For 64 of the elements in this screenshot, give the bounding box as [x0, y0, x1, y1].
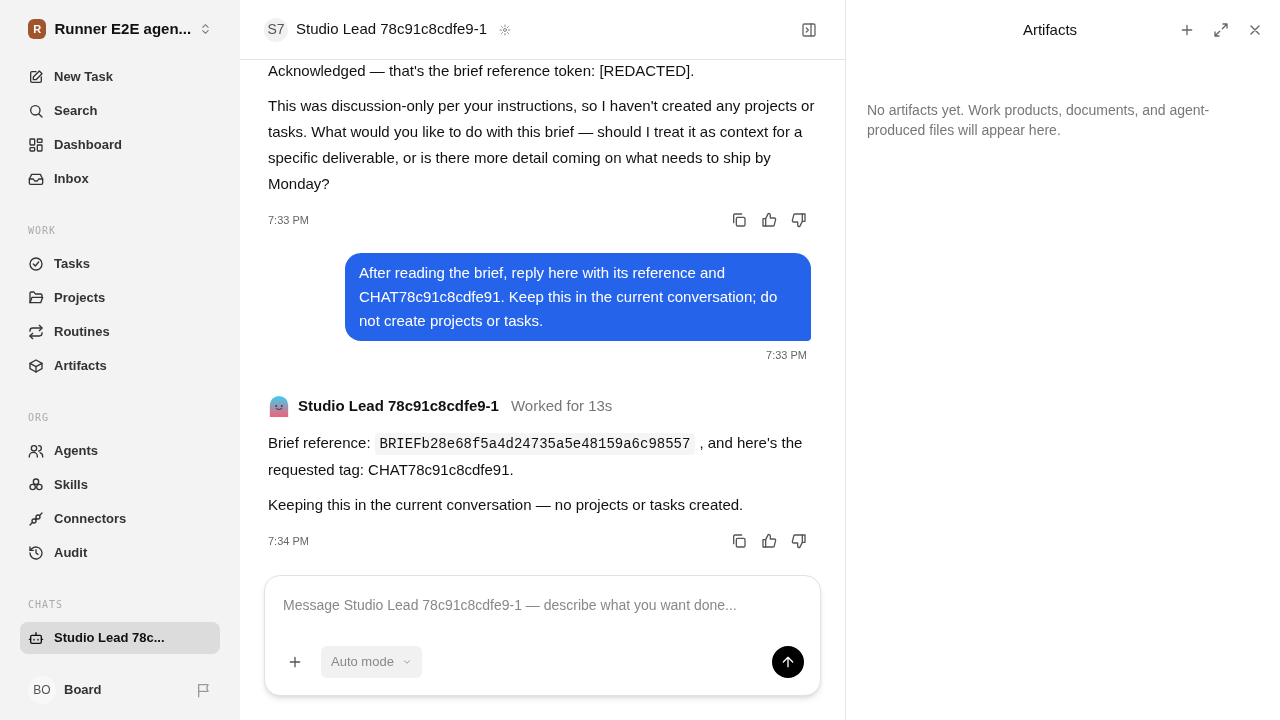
send-button[interactable] [772, 646, 804, 678]
sidebar-item[interactable]: Skills [20, 468, 220, 501]
repeat-icon [28, 323, 44, 340]
sender-name: Studio Lead 78c91c8cdfe9-1 [298, 396, 499, 416]
message-time: 7:33 PM [766, 347, 807, 363]
folder-icon [28, 289, 44, 306]
thumbs-up-icon [761, 212, 777, 229]
sidebar-item[interactable]: Tasks [20, 247, 220, 280]
copy-icon [731, 212, 747, 229]
empty-message: No artifacts yet. Work products, documents, and agent-produced files will appear here. [866, 101, 1211, 140]
bot-icon [28, 629, 44, 646]
message-text: Brief reference: BRIEFb28e68f5a4d24735a5e48159a6c98557 , and here's the requested tag: CHAT78c91c8cdfe91. [268, 431, 804, 480]
settings-icon [499, 23, 511, 36]
chat-title: Studio Lead 78c91c8cdfe9-1 [296, 19, 487, 40]
grid-icon [28, 136, 44, 153]
flag-icon [196, 682, 212, 698]
user-message-bubble: After reading the brief, reply here with its reference and CHAT78c91c8cdfe91. Keep this in the current conversation; do not create projects or tasks. [345, 252, 811, 341]
worked-note: Worked for 13s [510, 396, 613, 416]
arrow-up-icon [780, 654, 796, 670]
check-circle-icon [28, 255, 44, 272]
user-name[interactable]: Board [64, 680, 188, 700]
section-label: ORG [27, 410, 51, 425]
copy-icon [731, 532, 747, 549]
sidebar-item[interactable]: Dashboard [20, 128, 220, 161]
agent-avatar-icon [268, 395, 290, 418]
expand-icon [1213, 22, 1229, 38]
sidebar-item[interactable]: Projects [20, 281, 220, 314]
cubes-icon [28, 476, 44, 493]
section-label: WORK [27, 223, 58, 238]
edit-icon [28, 68, 44, 85]
workspace-avatar: R [28, 19, 47, 40]
message-time: 7:33 PM [268, 213, 309, 228]
sidebar-item[interactable]: Search [20, 94, 220, 127]
plus-icon [287, 654, 303, 670]
workspace-name[interactable]: Runner E2E agen... [54, 18, 192, 41]
thumbs-down-icon [791, 212, 807, 229]
section-label: CHATS [27, 597, 65, 612]
plus-icon [1179, 22, 1195, 38]
expand-button[interactable] [1212, 21, 1230, 39]
sidebar-item[interactable]: Studio Lead 78c... [20, 621, 220, 654]
thumbs-up-icon [761, 532, 777, 549]
panel-title: Artifacts [1021, 19, 1079, 40]
sidebar-item[interactable]: Artifacts [20, 349, 220, 382]
message-time: 7:34 PM [268, 533, 309, 549]
search-icon [28, 102, 44, 119]
sidebar-item[interactable]: Audit [20, 536, 220, 569]
users-icon [28, 442, 44, 459]
thumbs-down-icon [791, 532, 807, 549]
message-text: Acknowledged — that's the brief reference token: [REDACTED]. [268, 61, 696, 81]
message-text: This was discussion-only per your instructions, so I haven't created any projects or tasks. What would you like to do with this brief — should I treat it as context for a specific deliverable, or is there more detail coming on what needs to ship by Monday? [268, 96, 816, 194]
box-icon [28, 357, 44, 374]
sidebar-item[interactable]: New Task [20, 60, 220, 93]
chevrons-icon [199, 22, 212, 37]
chevron-down-icon [401, 657, 412, 667]
user-avatar: BO [28, 676, 56, 704]
sidebar-item[interactable]: Connectors [20, 502, 220, 535]
history-icon [28, 544, 44, 561]
sidebar-icon [801, 21, 817, 38]
sidebar-item[interactable]: Routines [20, 315, 220, 348]
chat-avatar: S7 [264, 17, 288, 42]
sidebar-item[interactable]: Inbox [20, 162, 220, 195]
sidebar-item[interactable]: Agents [20, 434, 220, 467]
message-text: Keeping this in the current conversation — no projects or tasks created. [268, 494, 745, 515]
plug-icon [28, 510, 44, 527]
